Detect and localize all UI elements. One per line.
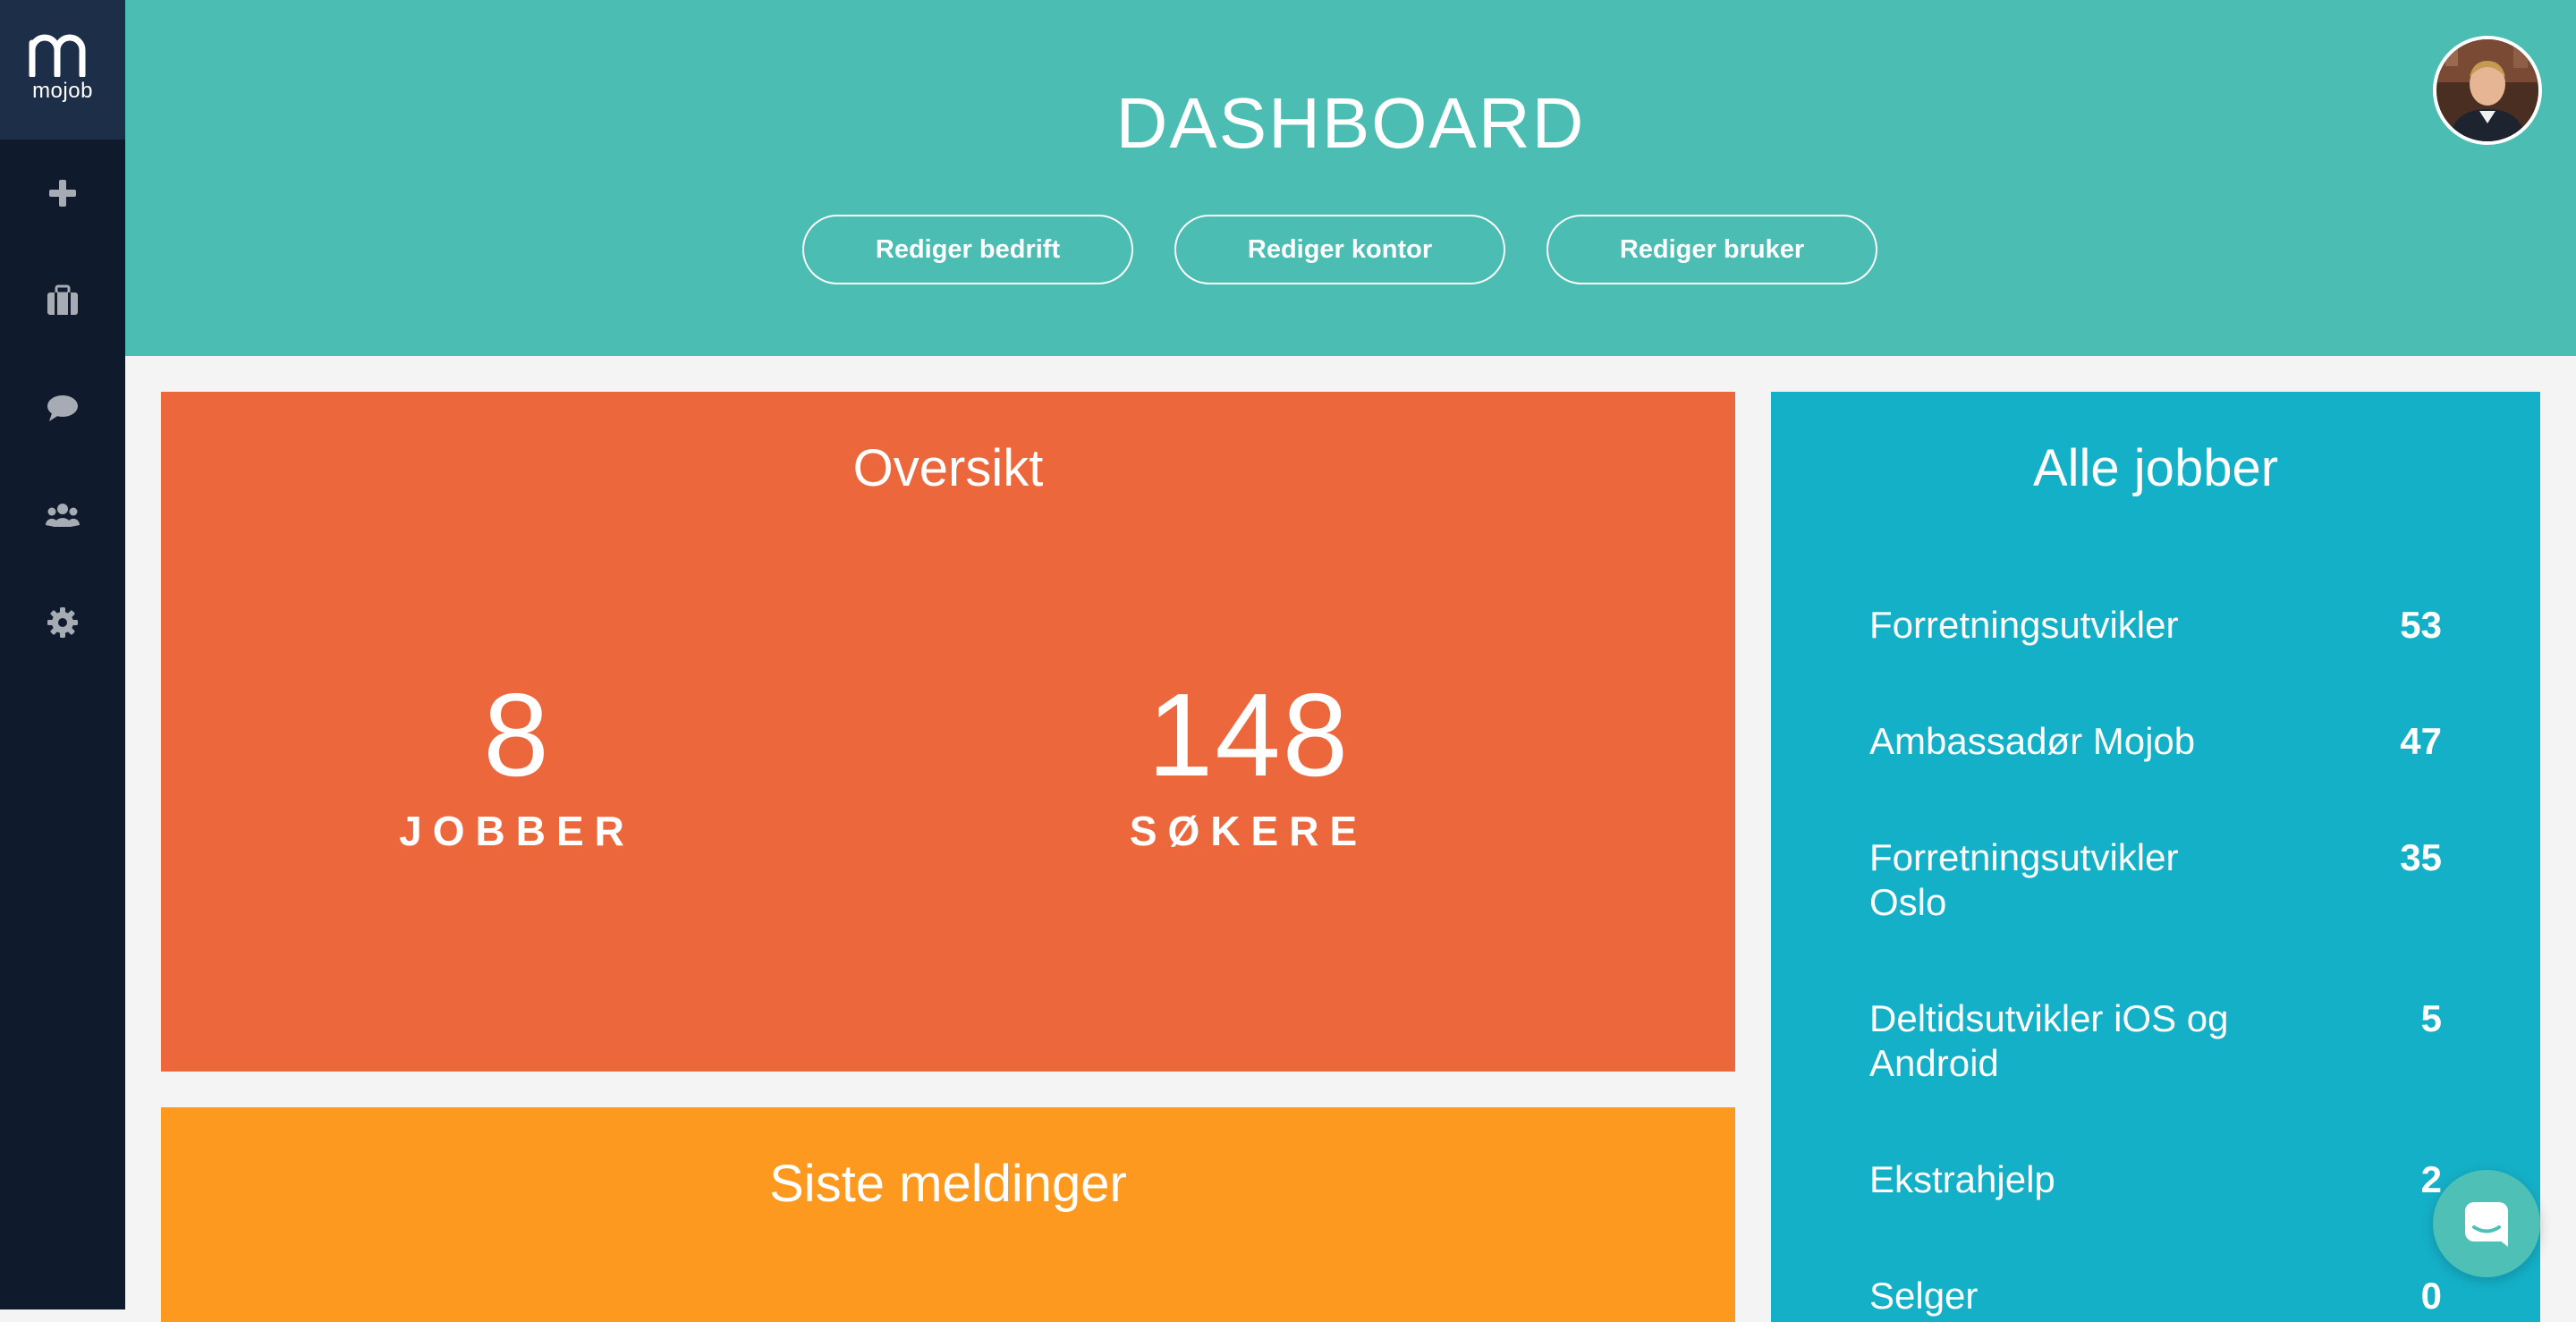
- user-photo: [2436, 39, 2538, 141]
- applicants-stat[interactable]: 148 SØKERE: [1025, 676, 1472, 855]
- job-name: Ambassadør Mojob: [1869, 720, 2196, 762]
- mojob-logo[interactable]: mojob: [0, 0, 125, 140]
- edit-user-button[interactable]: Rediger bruker: [1546, 215, 1877, 284]
- sidebar: mojob: [0, 0, 125, 1309]
- job-name: Ekstrahjelp: [1869, 1158, 2055, 1200]
- overview-title: Oversikt: [852, 439, 1044, 497]
- job-row[interactable]: Ekstrahjelp 2: [1869, 1157, 2442, 1202]
- latest-messages-card: Siste meldinger: [161, 1107, 1735, 1322]
- sidebar-item-settings[interactable]: [0, 569, 125, 676]
- avatar[interactable]: [2433, 36, 2542, 145]
- page-title: DASHBOARD: [1115, 83, 1586, 163]
- gear-icon: [47, 607, 78, 638]
- header-actions: Rediger bedrift Rediger kontor Rediger b…: [125, 215, 2576, 284]
- all-jobs-card: Alle jobber Forretningsutvikler 53 Ambas…: [1771, 392, 2540, 1322]
- sidebar-item-candidates[interactable]: [0, 462, 125, 569]
- chat-icon: [47, 395, 78, 421]
- job-name: Selger: [1869, 1275, 1979, 1317]
- chat-bubble-icon: [2465, 1202, 2508, 1247]
- sidebar-item-jobs[interactable]: [0, 247, 125, 354]
- job-applicant-count: 35: [2400, 836, 2442, 878]
- job-applicant-count: 0: [2420, 1275, 2442, 1317]
- job-name: Forretningsutvikler: [1869, 604, 2179, 646]
- jobs-count: 8: [483, 669, 551, 801]
- briefcase-icon: [47, 284, 78, 315]
- dashboard-header: DASHBOARD Rediger bedrift Rediger kontor…: [125, 0, 2576, 356]
- job-row[interactable]: Selger 0: [1869, 1274, 2442, 1318]
- job-applicant-count: 5: [2420, 997, 2442, 1039]
- applicants-count: 148: [1147, 669, 1351, 801]
- edit-company-button[interactable]: Rediger bedrift: [802, 215, 1133, 284]
- job-row[interactable]: Forretningsutvikler Oslo 35: [1869, 835, 2442, 925]
- all-jobs-title: Alle jobber: [2032, 439, 2279, 497]
- users-icon: [45, 504, 80, 527]
- mojob-logo-icon: [29, 34, 86, 77]
- job-applicant-count: 47: [2400, 720, 2442, 762]
- logo-text: mojob: [32, 79, 93, 103]
- job-applicant-count: 53: [2400, 604, 2442, 646]
- overview-card: Oversikt 8 JOBBER 148 SØKERE: [161, 392, 1735, 1072]
- applicants-label: SØKERE: [1129, 808, 1368, 854]
- job-row[interactable]: Ambassadør Mojob 47: [1869, 719, 2442, 764]
- messages-title: Siste meldinger: [769, 1155, 1127, 1213]
- plus-icon: [49, 180, 76, 207]
- jobs-stat[interactable]: 8 JOBBER: [293, 676, 741, 855]
- jobs-label: JOBBER: [399, 808, 635, 854]
- job-applicant-count: 2: [2420, 1158, 2442, 1200]
- job-row[interactable]: Deltidsutvikler iOS og Android 5: [1869, 996, 2442, 1086]
- chat-widget-button[interactable]: [2433, 1170, 2540, 1277]
- job-row[interactable]: Forretningsutvikler 53: [1869, 603, 2442, 648]
- job-name: Forretningsutvikler Oslo: [1869, 836, 2179, 923]
- job-name: Deltidsutvikler iOS og Android: [1869, 997, 2229, 1084]
- sidebar-item-add[interactable]: [0, 140, 125, 247]
- sidebar-item-messages[interactable]: [0, 354, 125, 462]
- edit-office-button[interactable]: Rediger kontor: [1174, 215, 1505, 284]
